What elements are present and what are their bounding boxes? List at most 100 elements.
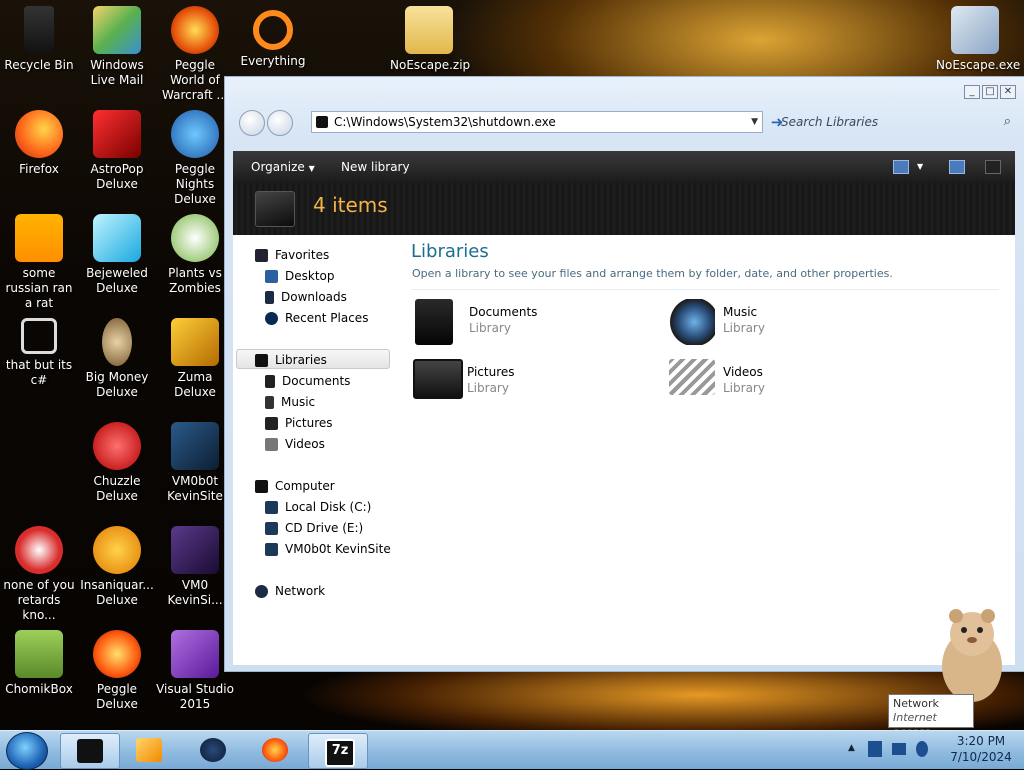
documents-icon xyxy=(415,299,453,345)
desktop-icon-vm0b0t[interactable]: VM0b0t KevinSite xyxy=(156,422,234,504)
desktop-icon-everything[interactable]: Everything xyxy=(234,6,312,69)
library-music[interactable]: Music Library xyxy=(669,299,889,349)
chevron-down-icon[interactable]: ▼ xyxy=(751,112,758,132)
firefox-icon xyxy=(262,738,288,762)
search-placeholder: Search Libraries xyxy=(781,115,879,129)
command-bar: Organize ▼ New library ▼ xyxy=(233,151,1015,183)
desktop-icon-astropop[interactable]: AstroPop Deluxe xyxy=(78,110,156,192)
desktop-icon-insaniquarium[interactable]: Insaniquar... Deluxe xyxy=(78,526,156,608)
nav-item-favorites[interactable]: Favorites xyxy=(255,245,329,265)
maximize-button[interactable]: □ xyxy=(982,85,998,99)
chevron-down-icon[interactable]: ▼ xyxy=(917,151,923,183)
library-documents[interactable]: Documents Library xyxy=(415,299,635,349)
recent-places-icon xyxy=(265,311,278,325)
taskbar: 7z ▲ xyxy=(0,730,1024,770)
firefox-icon xyxy=(15,110,63,158)
music-icon xyxy=(669,299,715,345)
file-icon xyxy=(15,214,63,262)
close-button[interactable]: ✕ xyxy=(1000,85,1016,99)
desktop-icon-windows-live-mail[interactable]: Windows Live Mail xyxy=(78,6,156,88)
network-tray-icon[interactable] xyxy=(868,741,882,757)
desktop-icon-zuma[interactable]: Zuma Deluxe xyxy=(156,318,234,400)
nav-item-desktop[interactable]: Desktop xyxy=(265,266,335,286)
desktop-icon-peggle-nights[interactable]: Peggle Nights Deluxe xyxy=(156,110,234,207)
address-bar[interactable]: C:\Windows\System32\shutdown.exe ▼ xyxy=(311,111,763,133)
desktop-icon xyxy=(265,269,278,283)
nav-item-videos[interactable]: Videos xyxy=(265,434,325,454)
preview-pane-icon[interactable] xyxy=(949,160,965,174)
mail-icon xyxy=(93,6,141,54)
desktop-icon-russian-rat[interactable]: some russian ran a rat xyxy=(0,214,78,311)
file-icon xyxy=(171,422,219,470)
nav-item-network[interactable]: Network xyxy=(255,581,325,601)
change-view-icon[interactable] xyxy=(893,160,909,174)
videos-icon xyxy=(669,359,715,395)
nav-item-music[interactable]: Music xyxy=(265,392,315,412)
volume-icon[interactable] xyxy=(916,741,928,757)
desktop-icon-noescape-exe[interactable]: NoEscape.exe xyxy=(936,6,1020,73)
nav-item-documents[interactable]: Documents xyxy=(265,371,350,391)
new-library-button[interactable]: New library xyxy=(341,151,410,183)
desktop-icon-peggle-deluxe[interactable]: Peggle Deluxe xyxy=(78,630,156,712)
app-icon xyxy=(15,630,63,678)
navigation-pane: Favorites Desktop Downloads Recent Place… xyxy=(233,235,393,665)
desktop-icon-chomikbox[interactable]: ChomikBox xyxy=(0,630,78,697)
recycle-bin-icon xyxy=(24,6,54,54)
start-button[interactable] xyxy=(6,732,48,770)
content-area: Favorites Desktop Downloads Recent Place… xyxy=(233,235,1015,665)
game-icon xyxy=(93,110,141,158)
desktop-icon-peggle-wow[interactable]: Peggle World of Warcraft ... xyxy=(156,6,234,103)
file-icon xyxy=(171,526,219,574)
nav-item-downloads[interactable]: Downloads xyxy=(265,287,347,307)
desktop-icon-none-of-you[interactable]: none of you retards kno... xyxy=(0,526,78,623)
desktop-icon-recycle-bin[interactable]: Recycle Bin xyxy=(0,6,78,73)
desktop-icon-bejeweled[interactable]: Bejeweled Deluxe xyxy=(78,214,156,296)
clock[interactable]: 3:20 PM 7/10/2024 xyxy=(946,733,1016,765)
minimize-button[interactable]: _ xyxy=(964,85,980,99)
game-icon xyxy=(93,526,141,574)
search-icon[interactable]: ⌕ xyxy=(1004,111,1011,133)
libraries-description: Open a library to see your files and arr… xyxy=(412,267,893,280)
taskbar-explorer-button[interactable] xyxy=(60,733,120,769)
star-icon xyxy=(255,248,268,262)
desktop-icon-big-money[interactable]: Big Money Deluxe xyxy=(78,318,156,400)
taskbar-globe-button[interactable] xyxy=(184,733,242,767)
desktop-icon-firefox[interactable]: Firefox xyxy=(0,110,78,177)
desktop-icon-that-but-csharp[interactable]: that but its c# xyxy=(0,318,78,388)
downloads-icon xyxy=(265,290,274,304)
forward-button[interactable] xyxy=(267,110,293,136)
taskbar-firefox-button[interactable] xyxy=(246,733,304,767)
taskbar-7zip-button[interactable]: 7z xyxy=(308,733,368,769)
desktop-icon-plants-vs-zombies[interactable]: Plants vs Zombies xyxy=(156,214,234,296)
file-icon xyxy=(15,526,63,574)
library-videos[interactable]: Videos Library xyxy=(669,359,889,409)
nav-item-computer[interactable]: Computer xyxy=(255,476,335,496)
chevron-up-icon[interactable]: ▲ xyxy=(848,743,855,753)
organize-button[interactable]: Organize ▼ xyxy=(251,151,315,185)
desktop-icon-vm0-kevinsite[interactable]: VM0 KevinSi... xyxy=(156,526,234,608)
visual-studio-icon xyxy=(171,630,219,678)
nav-item-recent-places[interactable]: Recent Places xyxy=(265,308,368,328)
search-box[interactable]: Search Libraries ⌕ xyxy=(771,111,1017,133)
battery-icon[interactable] xyxy=(892,743,906,755)
taskbar-media-player-button[interactable] xyxy=(120,733,178,767)
computer-icon xyxy=(255,479,268,493)
pictures-icon xyxy=(413,359,463,399)
nav-item-local-disk[interactable]: Local Disk (C:) xyxy=(265,497,371,517)
library-pictures[interactable]: Pictures Library xyxy=(413,359,633,409)
desktop-icon-visual-studio[interactable]: Visual Studio 2015 xyxy=(156,630,234,712)
nav-item-pictures[interactable]: Pictures xyxy=(265,413,333,433)
desktop-icon-noescape-zip[interactable]: NoEscape.zip xyxy=(390,6,470,73)
nav-item-vm-site[interactable]: VM0b0t KevinSite xyxy=(265,539,391,559)
chevron-down-icon: ▼ xyxy=(308,164,315,173)
back-button[interactable] xyxy=(239,110,265,136)
game-icon xyxy=(171,110,219,158)
hamster-image xyxy=(932,604,1008,704)
libraries-icon xyxy=(255,353,268,367)
nav-item-cd-drive[interactable]: CD Drive (E:) xyxy=(265,518,363,538)
explorer-window[interactable]: _ □ ✕ C:\Windows\System32\shutdown.exe ▼… xyxy=(224,76,1024,672)
nav-item-libraries[interactable]: Libraries xyxy=(255,350,327,370)
desktop-icon-chuzzle[interactable]: Chuzzle Deluxe xyxy=(78,422,156,504)
help-icon[interactable] xyxy=(985,160,1001,174)
hard-drive-icon xyxy=(265,500,278,514)
